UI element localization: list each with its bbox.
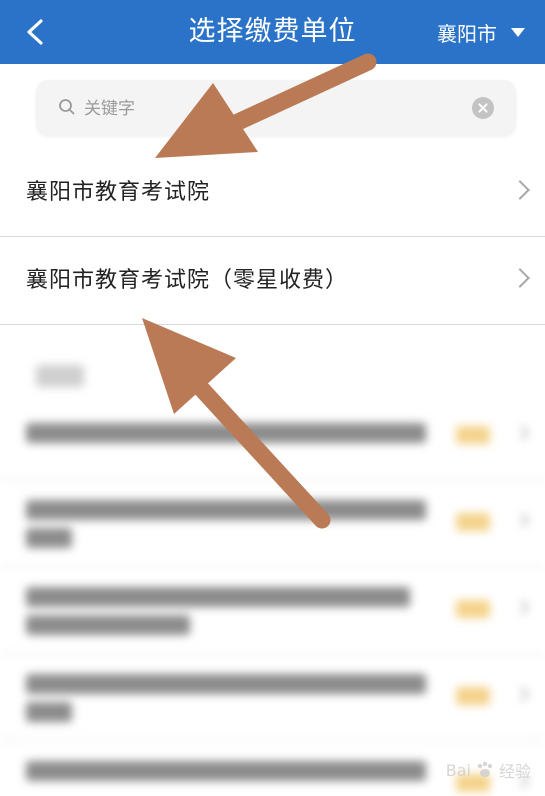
search-area bbox=[0, 64, 545, 150]
blurred-list-item bbox=[0, 654, 545, 741]
blurred-list-item bbox=[0, 567, 545, 654]
blurred-list-region bbox=[0, 325, 545, 796]
paw-icon bbox=[477, 761, 493, 777]
search-input[interactable] bbox=[82, 92, 466, 126]
app-header: 选择缴费单位 襄阳市 bbox=[0, 0, 545, 64]
back-button[interactable] bbox=[14, 10, 58, 54]
triangle-down-icon bbox=[511, 27, 525, 37]
list-item-unit-1[interactable]: 襄阳市教育考试院 bbox=[0, 150, 545, 236]
list-item-label: 襄阳市教育考试院（零星收费） bbox=[26, 268, 349, 293]
chevron-right-icon bbox=[510, 268, 530, 288]
search-box[interactable] bbox=[36, 80, 516, 136]
list-item-unit-2[interactable]: 襄阳市教育考试院（零星收费） bbox=[0, 238, 545, 324]
blurred-section-header bbox=[36, 365, 84, 387]
clear-icon[interactable] bbox=[472, 97, 494, 119]
search-icon bbox=[59, 99, 75, 115]
divider bbox=[0, 236, 545, 237]
blurred-list-item bbox=[0, 393, 545, 480]
watermark-text-right: 经验 bbox=[498, 762, 531, 781]
watermark-text-left: Bai bbox=[445, 760, 471, 780]
chevron-right-icon bbox=[510, 180, 530, 200]
city-label: 襄阳市 bbox=[437, 21, 497, 46]
city-dropdown[interactable]: 襄阳市 bbox=[437, 14, 525, 50]
back-arrow-icon bbox=[27, 19, 43, 45]
blurred-list-item bbox=[0, 480, 545, 567]
watermark: Bai 经验 bbox=[446, 758, 531, 782]
blurred-content bbox=[0, 325, 545, 796]
list-item-label: 襄阳市教育考试院 bbox=[26, 180, 211, 205]
